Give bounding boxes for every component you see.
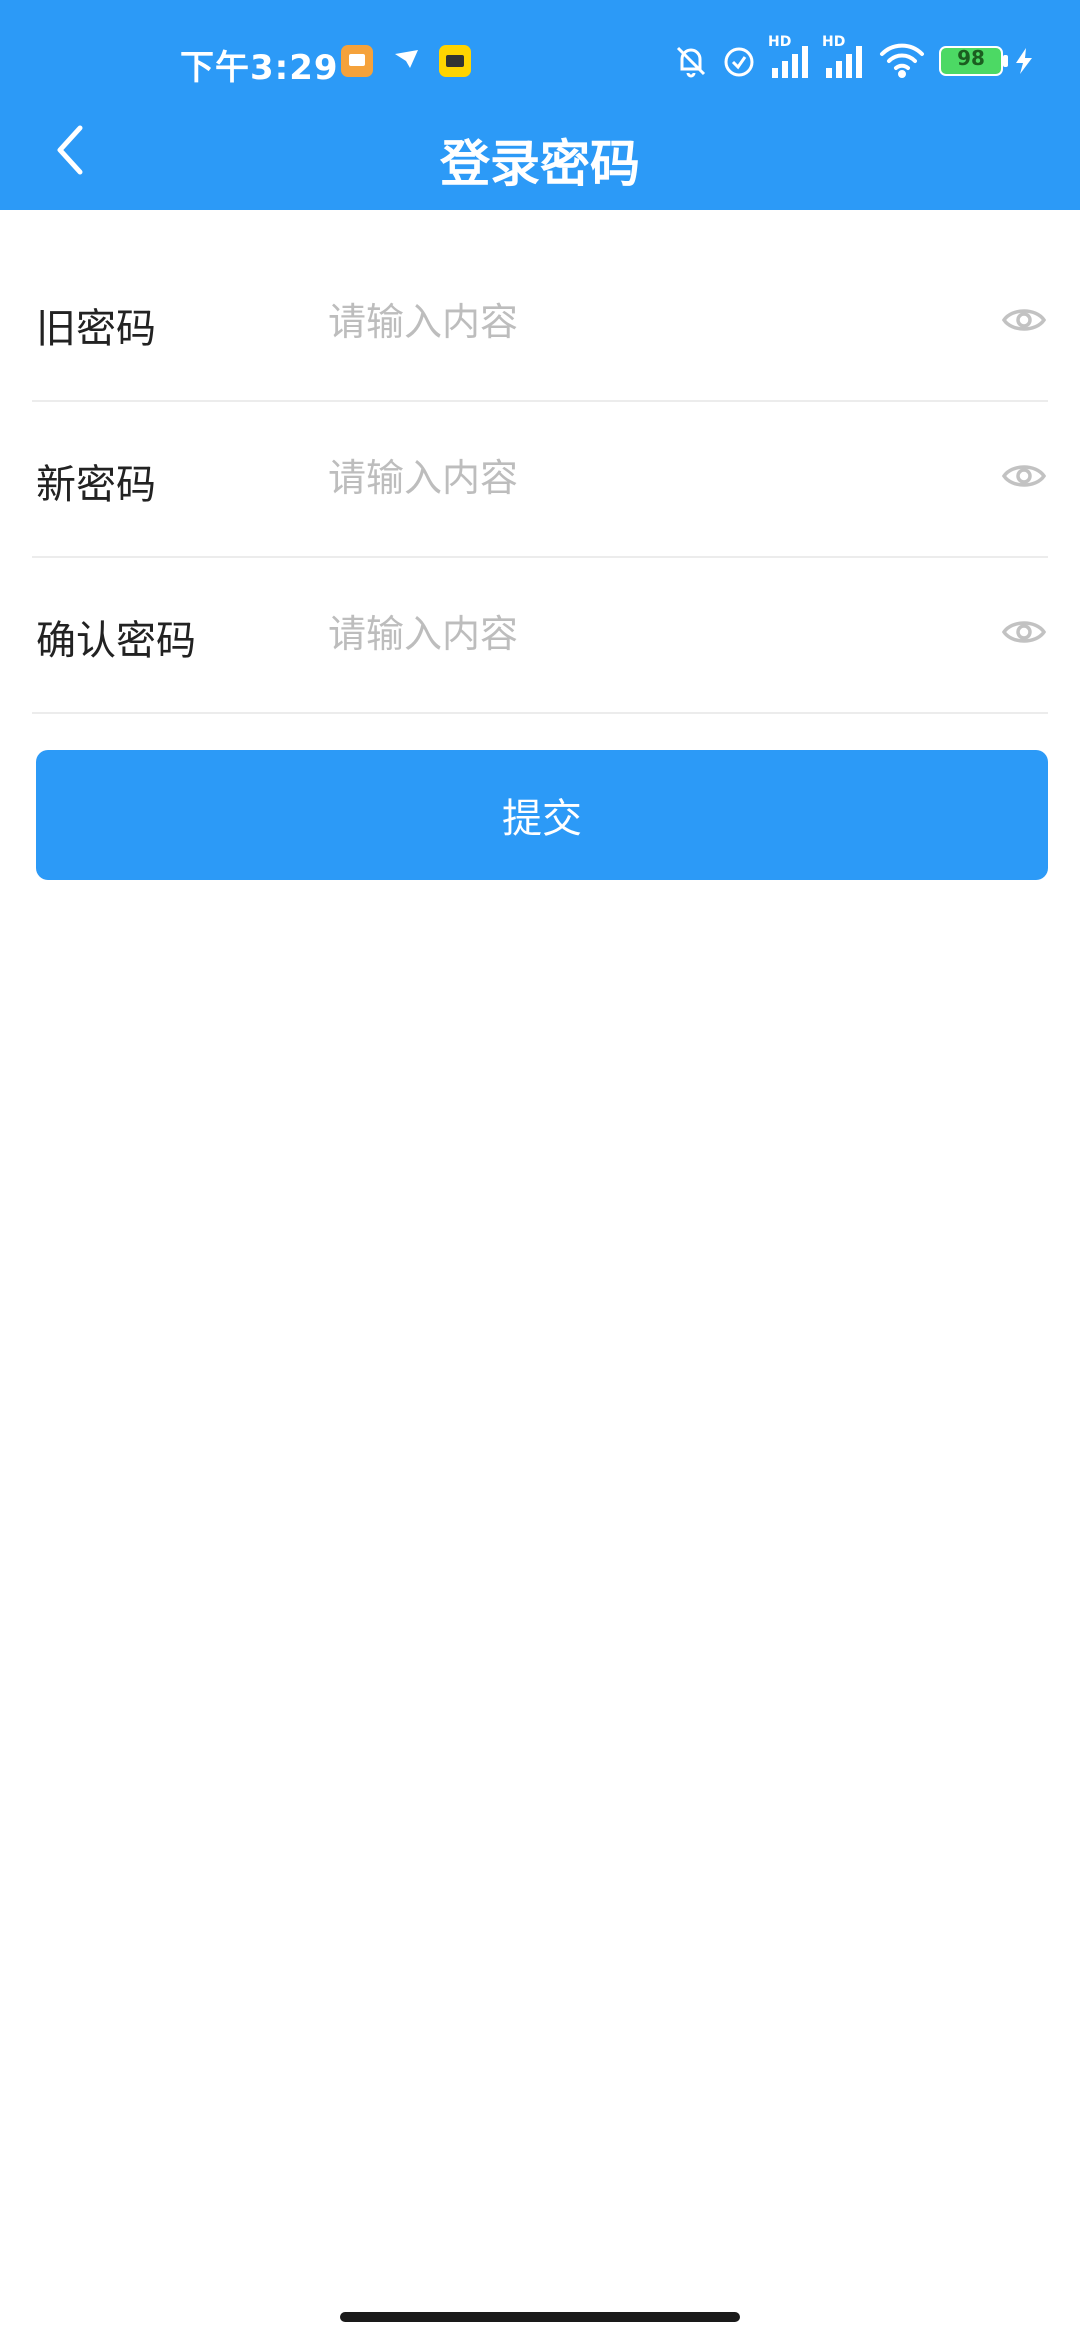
old-password-label: 旧密码 xyxy=(36,306,156,352)
status-time: 下午3:29 xyxy=(180,48,339,88)
signal-icon-2: HD xyxy=(822,34,866,84)
charging-bolt-icon xyxy=(1012,46,1036,80)
confirm-password-input[interactable] xyxy=(328,594,928,674)
battery-level: 98 xyxy=(957,46,985,70)
app-header: 下午3:29 HD HD 98 登录密码 xyxy=(0,0,1080,210)
signal-icon-1: HD xyxy=(768,34,812,84)
confirm-password-row: 确认密码 xyxy=(32,558,1048,714)
new-password-input[interactable] xyxy=(328,438,928,518)
yellow-app-icon xyxy=(438,44,472,82)
bird-app-icon xyxy=(392,46,422,80)
alarm-icon xyxy=(720,42,758,84)
old-password-row: 旧密码 xyxy=(32,246,1048,402)
eye-icon[interactable] xyxy=(1000,296,1048,344)
wifi-icon xyxy=(878,40,926,84)
status-bar: 下午3:29 HD HD 98 xyxy=(0,0,1080,124)
notification-app-icon xyxy=(340,44,374,82)
eye-icon[interactable] xyxy=(1000,608,1048,656)
page-title: 登录密码 xyxy=(440,135,640,193)
nav-bar: 登录密码 xyxy=(0,110,1080,210)
eye-icon[interactable] xyxy=(1000,452,1048,500)
home-indicator[interactable] xyxy=(340,2312,740,2322)
muted-bell-icon xyxy=(672,42,710,84)
submit-button[interactable]: 提交 xyxy=(36,750,1048,880)
password-form: 旧密码 新密码 确认密码 xyxy=(0,246,1080,714)
new-password-label: 新密码 xyxy=(36,462,156,508)
battery-icon: 98 xyxy=(938,44,1010,82)
network-label-2: HD xyxy=(822,34,846,50)
old-password-input[interactable] xyxy=(328,282,928,362)
confirm-password-label: 确认密码 xyxy=(36,618,196,664)
new-password-row: 新密码 xyxy=(32,402,1048,558)
network-label-1: HD xyxy=(768,34,792,50)
